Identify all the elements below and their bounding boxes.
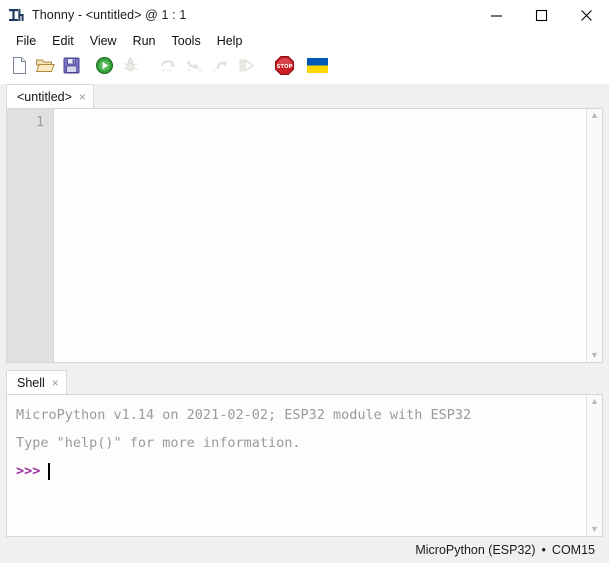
new-file-icon <box>10 56 29 80</box>
menu-item-view[interactable]: View <box>82 33 125 50</box>
run-play-icon <box>95 56 114 80</box>
stop-button[interactable]: STOP <box>271 55 297 81</box>
tab-shell[interactable]: Shell × <box>6 370 67 394</box>
stop-sign-icon: STOP <box>274 55 295 81</box>
close-icon[interactable] <box>564 0 609 30</box>
debug-bug-icon <box>121 56 140 80</box>
open-folder-icon <box>35 56 55 80</box>
step-into-button[interactable] <box>181 55 207 81</box>
tab-untitled[interactable]: <untitled> × <box>6 84 94 108</box>
shell-panel: MicroPython v1.14 on 2021-02-02; ESP32 m… <box>6 394 603 537</box>
editor-scrollbar-track[interactable] <box>587 120 602 351</box>
ukraine-flag-icon <box>306 57 328 78</box>
scroll-down-icon[interactable]: ▼ <box>590 525 599 534</box>
status-bar: MicroPython (ESP32) • COM15 <box>0 537 609 563</box>
step-over-button[interactable] <box>155 55 181 81</box>
step-over-icon <box>159 57 178 78</box>
debug-button[interactable] <box>117 55 143 81</box>
maximize-icon[interactable] <box>519 0 564 30</box>
toolbar: STOP <box>0 52 609 84</box>
shell-prompt: >>> <box>16 463 41 479</box>
minimize-icon[interactable] <box>474 0 519 30</box>
shell-scrollbar[interactable]: ▲ ▼ <box>586 395 602 536</box>
thonny-logo-icon <box>7 6 25 24</box>
status-interpreter[interactable]: MicroPython (ESP32) <box>415 543 535 557</box>
editor-line-number-gutter: 1 <box>7 109 53 362</box>
tab-untitled-close-icon[interactable]: × <box>79 91 86 103</box>
new-file-button[interactable] <box>6 55 32 81</box>
status-port[interactable]: COM15 <box>552 543 595 557</box>
save-file-button[interactable] <box>58 55 84 81</box>
shell-line: Type "help()" for more information. <box>16 435 301 451</box>
editor-tab-strip: <untitled> × <box>6 84 603 108</box>
svg-text:STOP: STOP <box>276 64 292 70</box>
menu-item-run[interactable]: Run <box>125 33 164 50</box>
scroll-down-icon[interactable]: ▼ <box>590 351 599 360</box>
run-button[interactable] <box>91 55 117 81</box>
scroll-up-icon[interactable]: ▲ <box>590 111 599 120</box>
menu-item-file[interactable]: File <box>8 33 44 50</box>
title-bar: Thonny - <untitled> @ 1 : 1 <box>0 0 609 30</box>
work-area: <untitled> × 1 ▲ ▼ Shell × MicroPython v… <box>0 84 609 537</box>
menu-item-tools[interactable]: Tools <box>164 33 209 50</box>
scroll-up-icon[interactable]: ▲ <box>590 397 599 406</box>
open-file-button[interactable] <box>32 55 58 81</box>
shell-line: MicroPython v1.14 on 2021-02-02; ESP32 m… <box>16 407 472 423</box>
editor-scrollbar[interactable]: ▲ ▼ <box>586 109 602 362</box>
resume-button[interactable] <box>233 55 259 81</box>
step-out-button[interactable] <box>207 55 233 81</box>
step-out-icon <box>211 57 230 78</box>
shell-text-cursor <box>48 462 51 480</box>
step-into-icon <box>185 57 204 78</box>
editor-text-area[interactable] <box>54 109 586 362</box>
shell-prompt-line[interactable]: >>> <box>16 457 586 485</box>
resume-icon <box>237 57 256 78</box>
save-floppy-icon <box>62 56 81 80</box>
status-separator: • <box>541 543 546 557</box>
tab-shell-label: Shell <box>17 375 45 390</box>
tab-shell-close-icon[interactable]: × <box>52 377 59 389</box>
menu-item-help[interactable]: Help <box>209 33 251 50</box>
window-title: Thonny - <untitled> @ 1 : 1 <box>32 8 187 22</box>
window-controls <box>474 0 609 30</box>
menu-bar: File Edit View Run Tools Help <box>0 30 609 52</box>
shell-scrollbar-track[interactable] <box>587 406 602 525</box>
ukraine-flag[interactable] <box>304 55 330 81</box>
shell-output[interactable]: MicroPython v1.14 on 2021-02-02; ESP32 m… <box>7 395 586 536</box>
editor-panel: 1 ▲ ▼ <box>6 108 603 363</box>
tab-untitled-label: <untitled> <box>17 89 72 104</box>
menu-item-edit[interactable]: Edit <box>44 33 82 50</box>
line-number: 1 <box>36 115 44 130</box>
shell-tab-strip: Shell × <box>6 370 603 394</box>
